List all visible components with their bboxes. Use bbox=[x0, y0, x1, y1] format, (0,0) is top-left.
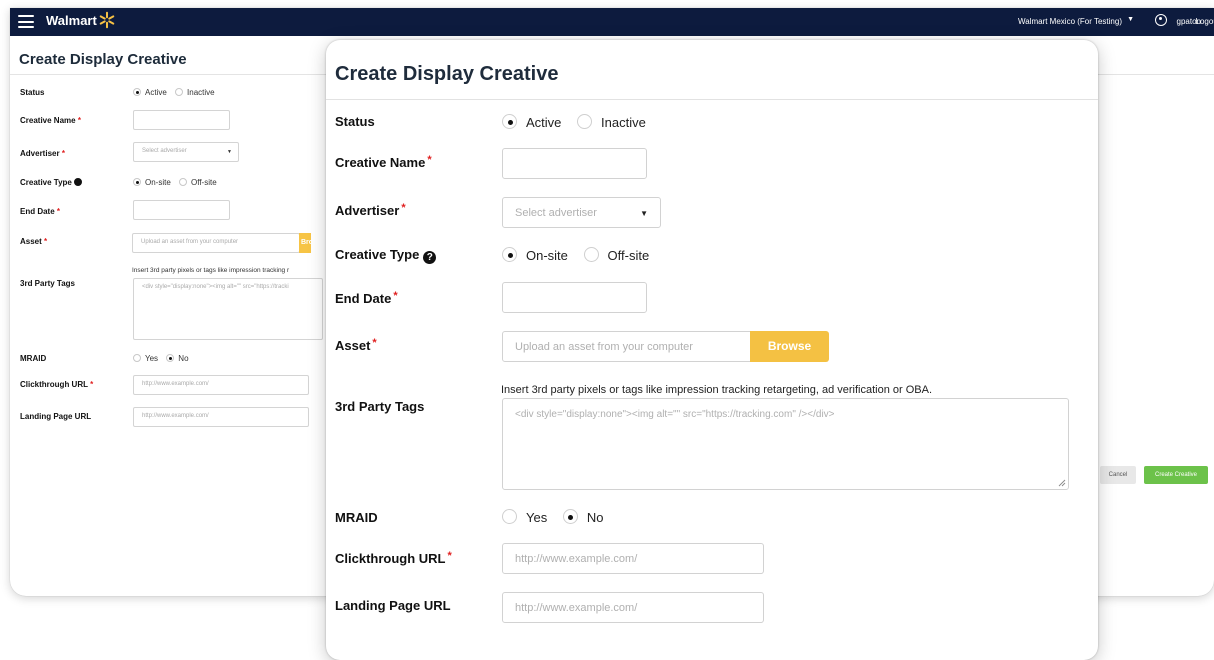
bg-creative-type-radio-group: On-site Off-site bbox=[133, 178, 217, 187]
advertiser-label: Advertiser * bbox=[335, 202, 406, 218]
bg-radio-offsite[interactable]: Off-site bbox=[179, 178, 217, 187]
radio-unselected-icon bbox=[583, 247, 599, 262]
radio-no[interactable]: No bbox=[562, 509, 603, 525]
bg-asset-label: Asset * bbox=[20, 237, 48, 246]
creative-type-radio-group: On-site Off-site bbox=[502, 247, 661, 263]
mraid-radio-group: Yes No bbox=[502, 509, 615, 525]
bg-end-date-input[interactable] bbox=[133, 200, 230, 220]
bg-end-date-label: End Date * bbox=[20, 207, 61, 216]
bg-radio-no[interactable]: No bbox=[166, 354, 189, 363]
brand-name: Walmart bbox=[46, 13, 97, 28]
creative-name-input[interactable] bbox=[502, 148, 647, 179]
bg-radio-yes[interactable]: Yes bbox=[133, 354, 158, 363]
bg-clickthrough-input[interactable]: http://www.example.com/ bbox=[133, 375, 309, 395]
bg-creative-name-label: Creative Name * bbox=[20, 116, 81, 125]
bg-creative-name-input[interactable] bbox=[133, 110, 230, 130]
bg-third-party-label: 3rd Party Tags bbox=[20, 279, 75, 288]
bg-page-title: Create Display Creative bbox=[19, 51, 187, 68]
create-creative-button[interactable]: Create Creative bbox=[1144, 466, 1208, 484]
zoomed-form-card: Create Display Creative Status Active In… bbox=[326, 40, 1098, 660]
end-date-input[interactable] bbox=[502, 282, 647, 313]
radio-inactive[interactable]: Inactive bbox=[577, 114, 646, 130]
clickthrough-url-input[interactable]: http://www.example.com/ bbox=[502, 543, 764, 574]
third-party-tags-label: 3rd Party Tags bbox=[335, 399, 425, 414]
walmart-spark-icon bbox=[99, 11, 115, 29]
top-navbar: Walmart Walmart Mexico (For Testing) ▼ g… bbox=[10, 8, 1214, 36]
bg-third-party-hint: Insert 3rd party pixels or tags like imp… bbox=[132, 267, 290, 274]
radio-unselected-icon bbox=[502, 509, 517, 524]
third-party-hint: Insert 3rd party pixels or tags like imp… bbox=[501, 384, 933, 396]
page-title: Create Display Creative bbox=[335, 63, 559, 85]
cancel-button[interactable]: Cancel bbox=[1100, 466, 1136, 484]
bg-landing-input[interactable]: http://www.example.com/ bbox=[133, 407, 309, 427]
bg-landing-label: Landing Page URL bbox=[20, 412, 92, 421]
bg-advertiser-select[interactable]: Select advertiser ▼ bbox=[133, 142, 239, 162]
asset-input[interactable]: Upload an asset from your computer bbox=[502, 331, 752, 362]
bg-mraid-label: MRAID bbox=[20, 354, 47, 363]
end-date-label: End Date * bbox=[335, 290, 398, 306]
radio-selected-icon bbox=[502, 114, 517, 129]
landing-page-url-label: Landing Page URL bbox=[335, 598, 451, 613]
bg-asset-input[interactable]: Upload an asset from your computer bbox=[132, 233, 300, 253]
bg-clickthrough-label: Clickthrough URL * bbox=[20, 380, 94, 389]
radio-selected-icon bbox=[502, 247, 517, 262]
radio-onsite[interactable]: On-site bbox=[502, 247, 568, 263]
account-selector[interactable]: Walmart Mexico (For Testing) bbox=[1018, 17, 1122, 26]
landing-page-url-input[interactable]: http://www.example.com/ bbox=[502, 592, 764, 623]
creative-name-label: Creative Name * bbox=[335, 154, 432, 170]
status-radio-group: Active Inactive bbox=[502, 114, 658, 130]
browse-button[interactable]: Browse bbox=[750, 331, 829, 362]
third-party-tags-textarea[interactable]: <div style="display:none"><img alt="" sr… bbox=[502, 398, 1069, 490]
asset-label: Asset * bbox=[335, 337, 377, 353]
radio-offsite[interactable]: Off-site bbox=[583, 247, 649, 263]
divider bbox=[326, 99, 1098, 100]
bg-radio-inactive[interactable]: Inactive bbox=[175, 88, 215, 97]
bg-third-party-textarea[interactable]: <div style="display:none"><img alt="" sr… bbox=[133, 278, 323, 340]
logout-link[interactable]: Logout bbox=[1196, 17, 1214, 26]
caret-down-icon[interactable]: ▼ bbox=[1127, 16, 1134, 23]
bg-advertiser-label: Advertiser * bbox=[20, 149, 65, 158]
status-label: Status bbox=[335, 114, 375, 129]
bg-radio-active[interactable]: Active bbox=[133, 88, 167, 97]
caret-down-icon: ▼ bbox=[640, 209, 648, 218]
radio-active[interactable]: Active bbox=[502, 114, 561, 130]
radio-unselected-icon bbox=[577, 114, 593, 129]
bg-creative-type-label: Creative Type bbox=[20, 178, 86, 187]
user-icon bbox=[1155, 14, 1167, 26]
bg-browse-button[interactable]: Browse bbox=[299, 233, 311, 253]
bg-mraid-radio-group: Yes No bbox=[133, 354, 189, 363]
bg-status-label: Status bbox=[20, 88, 45, 97]
radio-yes[interactable]: Yes bbox=[502, 509, 547, 525]
radio-selected-icon bbox=[562, 509, 578, 524]
bg-radio-onsite[interactable]: On-site bbox=[133, 178, 171, 187]
mraid-label: MRAID bbox=[335, 510, 378, 525]
menu-icon[interactable] bbox=[18, 15, 34, 28]
help-icon[interactable]: ? bbox=[423, 251, 437, 264]
clickthrough-url-label: Clickthrough URL * bbox=[335, 550, 452, 566]
bg-status-radio-group: Active Inactive bbox=[133, 88, 215, 97]
advertiser-select[interactable]: Select advertiser ▼ bbox=[502, 197, 661, 228]
resize-grip-icon[interactable] bbox=[1058, 479, 1066, 487]
creative-type-label: Creative Type? bbox=[335, 247, 437, 264]
